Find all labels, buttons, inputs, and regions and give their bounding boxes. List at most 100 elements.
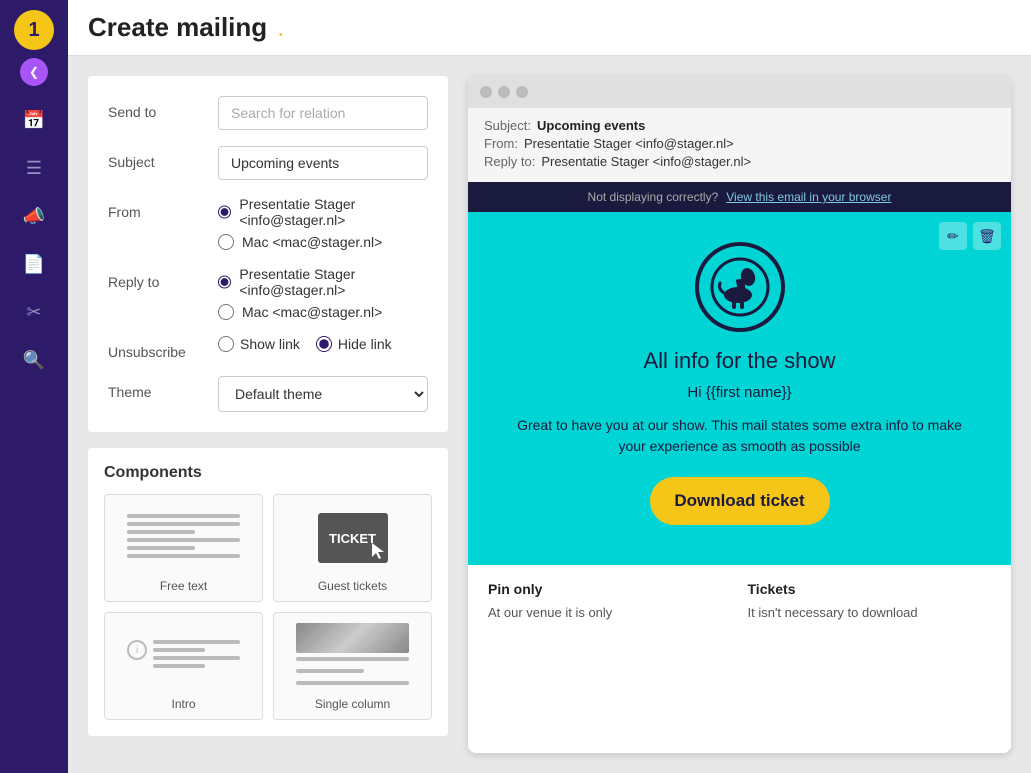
email-from-value: Presentatie Stager <info@stager.nl>	[524, 136, 734, 151]
component-guest-tickets[interactable]: TICKET Guest tickets	[273, 494, 432, 602]
free-text-label: Free text	[160, 579, 207, 593]
unsubscribe-hide-radio[interactable]	[316, 336, 332, 352]
component-intro[interactable]: i Intro	[104, 612, 263, 720]
email-title: All info for the show	[488, 348, 991, 374]
send-to-row: Send to	[108, 96, 428, 130]
unsubscribe-show[interactable]: Show link	[218, 336, 300, 352]
preview-line	[296, 657, 409, 661]
preview-line	[153, 656, 240, 660]
subject-input[interactable]	[218, 146, 428, 180]
reply-to-label: Reply to	[108, 266, 218, 290]
from-option-1[interactable]: Presentatie Stager <info@stager.nl>	[218, 196, 428, 228]
reply-to-radio-1[interactable]	[218, 274, 231, 290]
edit-button[interactable]: ✏	[939, 222, 967, 250]
header-dot: .	[277, 12, 284, 43]
from-radio-1[interactable]	[218, 204, 231, 220]
window-titlebar	[468, 76, 1011, 108]
components-grid: Free text TICKET Guest ticket	[104, 494, 432, 720]
preview-line	[127, 514, 240, 518]
form-section: Send to Subject From	[88, 76, 448, 432]
delete-button[interactable]: 🗑	[973, 222, 1001, 250]
email-body-text: Great to have you at our show. This mail…	[488, 415, 991, 457]
preview-line	[127, 522, 240, 526]
email-header: Subject: Upcoming events From: Presentat…	[468, 108, 1011, 182]
sidebar-item-tools[interactable]: ✂	[12, 290, 56, 334]
reply-to-option-1[interactable]: Presentatie Stager <info@stager.nl>	[218, 266, 428, 298]
ticket-box: TICKET	[318, 513, 388, 563]
email-greeting: Hi {{first name}}	[488, 384, 991, 401]
subject-row: Subject	[108, 146, 428, 180]
reply-to-row: Reply to Presentatie Stager <info@stager…	[108, 266, 428, 320]
cursor-icon	[372, 543, 384, 559]
single-column-label: Single column	[315, 697, 390, 711]
email-top-bar: Not displaying correctly? View this emai…	[468, 182, 1011, 212]
footer-col-2-title: Tickets	[748, 581, 992, 597]
window-dot-2	[498, 86, 510, 98]
intro-icon: i	[127, 640, 147, 660]
email-from-label: From:	[484, 136, 518, 151]
sidebar-logo[interactable]: 1	[14, 10, 54, 50]
sidebar-item-search[interactable]: 🔍	[12, 338, 56, 382]
header: Create mailing.	[68, 0, 1031, 56]
unsubscribe-show-radio[interactable]	[218, 336, 234, 352]
sidebar-item-calendar[interactable]: 📅	[12, 98, 56, 142]
from-option-2[interactable]: Mac <mac@stager.nl>	[218, 234, 428, 250]
sidebar-toggle[interactable]: ❮	[20, 58, 48, 86]
reply-to-option-2[interactable]: Mac <mac@stager.nl>	[218, 304, 428, 320]
sidebar-item-list[interactable]: ☰	[12, 146, 56, 190]
unsubscribe-control: Show link Hide link	[218, 336, 428, 352]
subject-label: Subject	[108, 146, 218, 170]
theme-row: Theme Default theme Dark theme Light the…	[108, 376, 428, 412]
right-panel: Subject: Upcoming events From: Presentat…	[468, 76, 1011, 753]
send-to-label: Send to	[108, 96, 218, 120]
content-area: Send to Subject From	[68, 56, 1031, 773]
preview-line-short	[153, 648, 205, 652]
component-free-text[interactable]: Free text	[104, 494, 263, 602]
sidebar-item-megaphone[interactable]: 📣	[12, 194, 56, 238]
footer-col-2: Tickets It isn't necessary to download	[748, 581, 992, 623]
email-window: Subject: Upcoming events From: Presentat…	[468, 76, 1011, 753]
from-row: From Presentatie Stager <info@stager.nl>…	[108, 196, 428, 250]
guest-tickets-preview: TICKET	[282, 503, 423, 573]
email-subject-row: Subject: Upcoming events	[484, 118, 995, 133]
email-logo	[488, 242, 991, 332]
ticket-text: TICKET	[329, 531, 376, 546]
search-input[interactable]	[218, 96, 428, 130]
reply-to-option-1-label: Presentatie Stager <info@stager.nl>	[239, 266, 428, 298]
email-replyto-value: Presentatie Stager <info@stager.nl>	[541, 154, 751, 169]
send-to-control	[218, 96, 428, 130]
footer-col-1-text: At our venue it is only	[488, 603, 732, 623]
intro-preview: i	[113, 621, 254, 691]
preview-line	[296, 681, 409, 685]
from-option-2-label: Mac <mac@stager.nl>	[242, 234, 382, 250]
edit-icon: ✏	[947, 228, 959, 245]
email-subject-value: Upcoming events	[537, 118, 645, 133]
email-subject-label: Subject:	[484, 118, 531, 133]
preview-line-short	[296, 669, 364, 673]
window-dot-1	[480, 86, 492, 98]
unsubscribe-hide[interactable]: Hide link	[316, 336, 392, 352]
email-main: ✏ 🗑	[468, 212, 1011, 565]
preview-line-short	[127, 530, 195, 534]
theme-control: Default theme Dark theme Light theme	[218, 376, 428, 412]
reply-to-radio-2[interactable]	[218, 304, 234, 320]
theme-select[interactable]: Default theme Dark theme Light theme	[218, 376, 428, 412]
download-ticket-button[interactable]: Download ticket	[650, 477, 830, 525]
page-title: Create mailing	[88, 12, 267, 43]
footer-col-2-text: It isn't necessary to download	[748, 603, 992, 623]
top-bar-link[interactable]: View this email in your browser	[726, 190, 891, 204]
free-text-preview	[113, 503, 254, 573]
component-single-column[interactable]: Single column	[273, 612, 432, 720]
from-radio-2[interactable]	[218, 234, 234, 250]
components-title: Components	[104, 464, 432, 482]
from-option-1-label: Presentatie Stager <info@stager.nl>	[239, 196, 428, 228]
email-replyto-row: Reply to: Presentatie Stager <info@stage…	[484, 154, 995, 169]
from-label: From	[108, 196, 218, 220]
preview-line-short	[153, 664, 205, 668]
single-column-preview	[282, 621, 423, 691]
reply-to-option-2-label: Mac <mac@stager.nl>	[242, 304, 382, 320]
unsubscribe-show-label: Show link	[240, 336, 300, 352]
reply-to-control: Presentatie Stager <info@stager.nl> Mac …	[218, 266, 428, 320]
sidebar-item-file[interactable]: 📄	[12, 242, 56, 286]
delete-icon: 🗑	[978, 228, 996, 245]
